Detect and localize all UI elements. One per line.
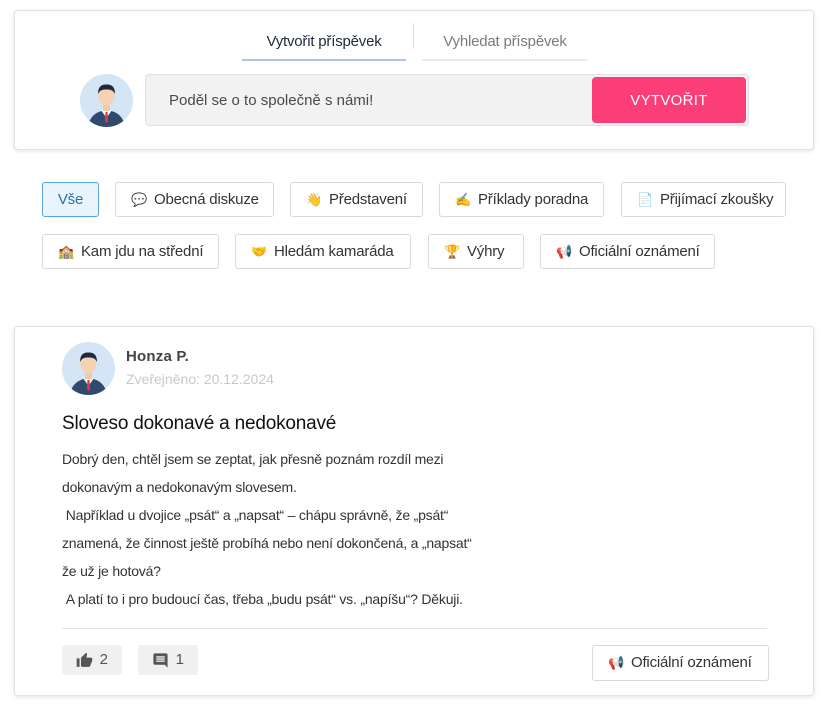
- post-category-label: Oficiální oznámení: [631, 654, 752, 671]
- person-avatar-icon: [80, 74, 133, 127]
- filter-high-school[interactable]: 🏫 Kam jdu na střední: [42, 234, 219, 269]
- filter-label: Příklady poradna: [478, 191, 589, 208]
- filter-wins[interactable]: 🏆 Výhry: [428, 234, 524, 269]
- filter-label: Obecná diskuze: [154, 191, 259, 208]
- filter-label: Představení: [329, 191, 407, 208]
- composer-box: VYTVOŘIT: [145, 74, 749, 126]
- document-icon: 📄: [637, 192, 653, 207]
- post-body: Dobrý den, chtěl jsem se zeptat, jak pře…: [62, 445, 502, 613]
- megaphone-icon: 📢: [556, 244, 572, 259]
- post-body-line: znamená, že činnost ještě probíhá nebo n…: [62, 535, 472, 551]
- thumbs-up-icon: [76, 652, 93, 667]
- person-avatar-icon: [62, 342, 115, 395]
- post-card: Honza P. Zveřejněno: 20.12.2024 Sloveso …: [14, 326, 814, 696]
- post-input[interactable]: [146, 75, 586, 125]
- filter-official[interactable]: 📢 Oficiální oznámení: [540, 234, 715, 269]
- megaphone-icon: 📢: [608, 655, 624, 670]
- author-name[interactable]: Honza P.: [126, 348, 189, 365]
- filter-general-discussion[interactable]: 💬 Obecná diskuze: [115, 182, 274, 217]
- filter-label: Oficiální oznámení: [579, 243, 700, 260]
- filter-entrance-exams[interactable]: 📄 Přijímací zkoušky: [621, 182, 786, 217]
- post-body-line: Dobrý den, chtěl jsem se zeptat, jak pře…: [62, 451, 444, 467]
- trophy-icon: 🏆: [444, 244, 460, 259]
- handshake-icon: 🤝: [251, 244, 267, 259]
- author-avatar[interactable]: [62, 342, 115, 395]
- post-body-line: že už je hotová?: [62, 563, 161, 579]
- create-post-card: Vytvořit příspěvek Vyhledat příspěvek VY…: [14, 10, 814, 150]
- post-date: Zveřejněno: 20.12.2024: [126, 371, 274, 387]
- tab-create-post[interactable]: Vytvořit příspěvek: [242, 23, 406, 61]
- comment-count: 1: [175, 651, 184, 668]
- tab-divider: [413, 23, 414, 49]
- like-button[interactable]: 2: [62, 645, 122, 675]
- waving-hand-icon: 👋: [306, 192, 322, 207]
- filter-find-friend[interactable]: 🤝 Hledám kamaráda: [235, 234, 411, 269]
- filter-label: Přijímací zkoušky: [660, 191, 774, 208]
- comment-icon: [153, 653, 168, 668]
- filter-label: Kam jdu na střední: [81, 243, 204, 260]
- school-icon: 🏫: [58, 244, 74, 259]
- filter-label: Výhry: [467, 243, 505, 260]
- filter-introductions[interactable]: 👋 Představení: [290, 182, 423, 217]
- filter-label: Hledám kamaráda: [274, 243, 394, 260]
- user-avatar: [80, 74, 133, 127]
- post-body-line: Například u dvojice „psát“ a „napsat“ – …: [62, 507, 449, 523]
- writing-hand-icon: ✍: [455, 192, 471, 207]
- post-title[interactable]: Sloveso dokonavé a nedokonavé: [62, 413, 336, 435]
- post-body-line: dokonavým a nedokonavým slovesem.: [62, 479, 297, 495]
- speech-bubble-icon: 💬: [131, 192, 147, 207]
- filter-label: Vše: [57, 191, 84, 208]
- tab-search-post[interactable]: Vyhledat příspěvek: [422, 23, 588, 61]
- like-count: 2: [99, 651, 108, 668]
- filter-exercises[interactable]: ✍ Příklady poradna: [439, 182, 604, 217]
- filter-all[interactable]: Vše: [42, 182, 99, 217]
- comment-button[interactable]: 1: [138, 645, 198, 675]
- post-body-line: A platí to i pro budoucí čas, třeba „bud…: [62, 591, 463, 607]
- post-category-badge[interactable]: 📢 Oficiální oznámení: [592, 645, 769, 681]
- post-divider: [62, 628, 767, 629]
- create-post-button[interactable]: VYTVOŘIT: [592, 77, 746, 123]
